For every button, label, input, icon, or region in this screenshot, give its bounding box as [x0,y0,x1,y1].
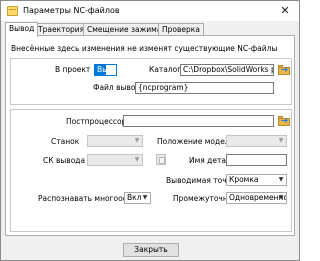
close-button[interactable]: Закрыть [123,243,179,257]
postprocessor-label: Постпроцессор [66,117,127,126]
chevron-down-icon: ▼ [278,194,284,201]
output-cs-label: СК вывода [43,156,86,165]
catalog-label: Каталог [149,65,182,74]
nc-parameters-dialog: Параметры NC-файлов ✕ Вывод Траектория С… [0,0,300,261]
cs-picker-icon[interactable] [156,154,166,165]
chevron-down-icon: ▼ [278,137,284,144]
chevron-down-icon: ▼ [142,194,148,201]
output-file-name-field[interactable]: {ncprogram} [135,82,274,94]
multiaxis-select[interactable]: Вкл ▼ [124,192,151,204]
postprocessor-settings-group: Постпроцессор Станок ▼ Положение модели … [10,109,292,232]
output-point-value: Кромка [229,175,259,184]
output-tab-panel: Внесённые здесь изменения не изменят сущ… [5,35,295,236]
chevron-down-icon: ▼ [134,137,140,144]
chevron-down-icon: ▼ [134,156,140,163]
tab-output[interactable]: Вывод [5,22,39,37]
to-project-select[interactable]: Вык ▼ [94,64,117,76]
chevron-down-icon: ▼ [278,176,284,183]
to-project-label: В проект [55,65,91,74]
output-location-group: В проект Вык ▼ Каталог C:\Dropbox\SolidW… [10,58,292,105]
model-position-label: Положение модели [157,137,235,146]
machine-select[interactable]: ▼ [87,135,143,147]
model-position-select[interactable]: ▼ [226,135,287,147]
folder-open-icon[interactable] [278,64,290,76]
part-name-field[interactable] [226,154,287,166]
catalog-path-field[interactable]: C:\Dropbox\SolidWorks project [180,64,274,76]
title-bar: Параметры NC-файлов ✕ [1,1,299,21]
machine-label: Станок [51,137,80,146]
window-title: Параметры NC-файлов [23,6,120,15]
postprocessor-field[interactable] [123,115,274,127]
output-point-select[interactable]: Кромка ▼ [226,174,287,186]
window-close-button[interactable]: ✕ [277,3,293,19]
folder-open-icon[interactable] [278,115,290,127]
output-cs-select[interactable]: ▼ [87,154,143,166]
app-icon [7,6,18,16]
info-text: Внесённые здесь изменения не изменят сущ… [11,44,278,53]
intermediate-select[interactable]: Одновременно ▼ [226,192,287,204]
chevron-down-icon: ▼ [106,65,116,75]
